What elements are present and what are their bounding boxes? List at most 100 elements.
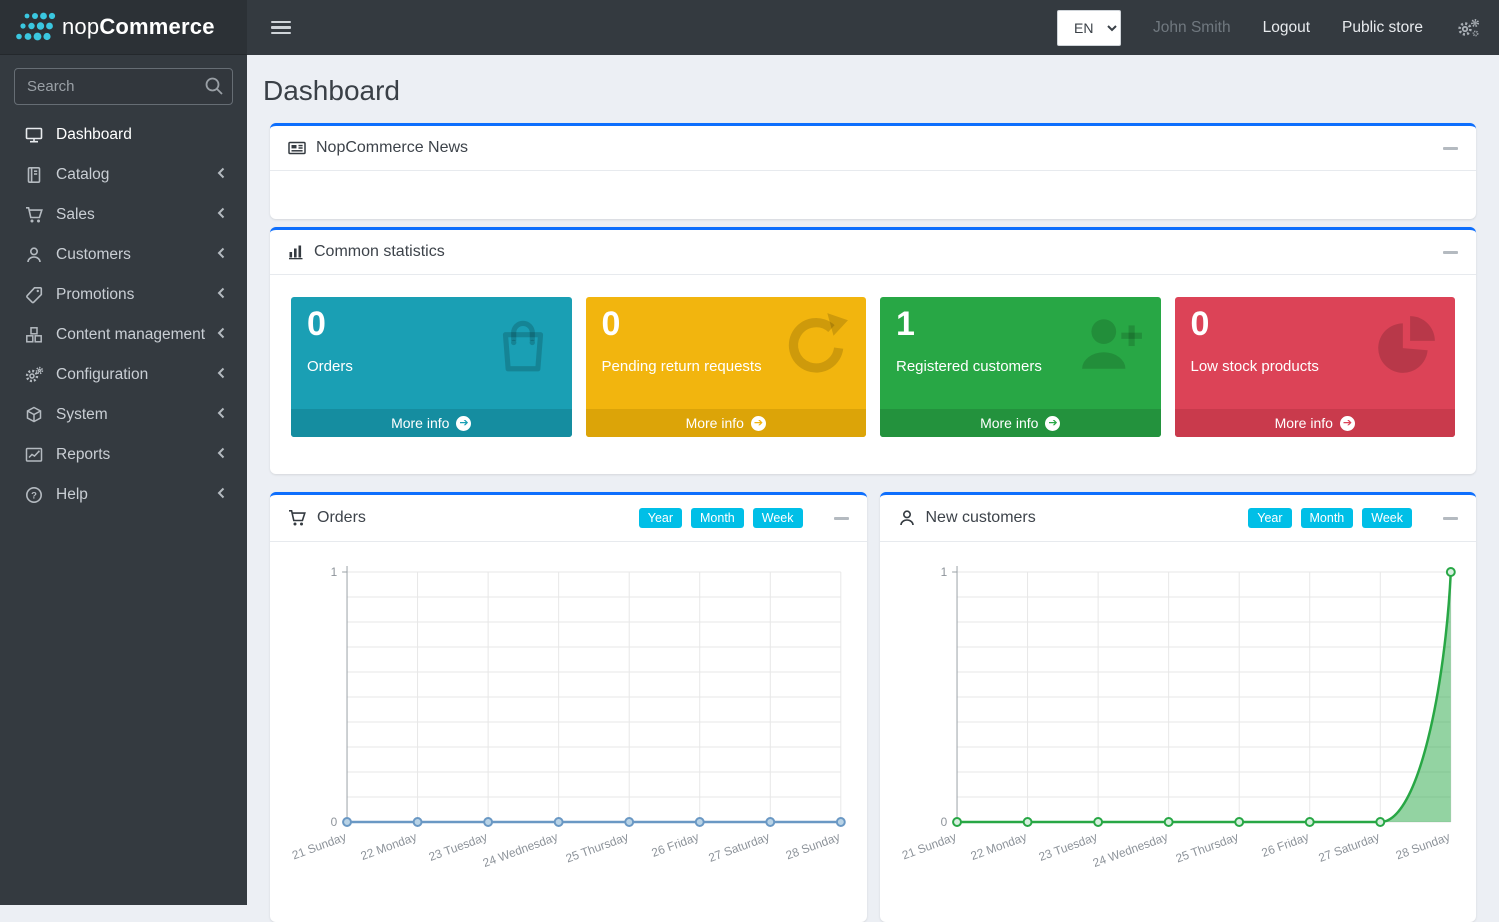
arrow-circle-right-icon: ➔ (1340, 416, 1355, 431)
more-info-link[interactable]: More info ➔ (586, 409, 867, 437)
panel-title: Orders (317, 509, 366, 527)
bar-chart-icon (288, 244, 304, 260)
svg-text:27 Saturday: 27 Saturday (707, 830, 772, 865)
chart-line-icon (24, 446, 44, 464)
svg-text:22 Monday: 22 Monday (968, 830, 1028, 864)
cubes-icon (24, 326, 44, 344)
svg-text:21 Sunday: 21 Sunday (900, 830, 958, 863)
gears-icon (24, 366, 44, 384)
arrow-circle-right-icon: ➔ (456, 416, 471, 431)
stat-card-orders: 0 Orders More info ➔ (291, 297, 572, 437)
svg-text:22 Monday: 22 Monday (359, 830, 419, 864)
rotate-icon (782, 311, 852, 382)
svg-text:24 Wednesday: 24 Wednesday (481, 830, 560, 871)
chevron-left-icon (217, 446, 225, 464)
panel-title: Common statistics (314, 243, 445, 261)
sidebar-item-label: Catalog (56, 166, 109, 184)
arrow-circle-right-icon: ➔ (751, 416, 766, 431)
sidebar-item-label: Help (56, 486, 88, 504)
logout-link[interactable]: Logout (1263, 19, 1310, 37)
collapse-icon[interactable] (834, 517, 849, 520)
sidebar-item-dashboard[interactable]: Dashboard (0, 115, 247, 155)
language-select[interactable]: EN (1057, 10, 1121, 46)
svg-text:23 Tuesday: 23 Tuesday (427, 830, 489, 864)
topbar: EN John Smith Logout Public store (247, 0, 1499, 55)
sidebar-item-system[interactable]: System (0, 395, 247, 435)
panel-title: New customers (926, 509, 1036, 527)
svg-text:25 Thursday: 25 Thursday (1173, 830, 1239, 866)
book-icon (24, 166, 44, 184)
svg-text:1: 1 (940, 565, 947, 579)
year-button[interactable]: Year (639, 508, 682, 528)
sidebar: nopCommerce Dashboard Catalog (0, 0, 247, 905)
chevron-left-icon (217, 326, 225, 344)
sidebar-item-sales[interactable]: Sales (0, 195, 247, 235)
more-info-link[interactable]: More info ➔ (1175, 409, 1456, 437)
search-icon[interactable] (203, 75, 225, 102)
sidebar-menu: Dashboard Catalog Sales Customers (0, 115, 247, 515)
svg-text:1: 1 (331, 565, 338, 579)
week-button[interactable]: Week (753, 508, 803, 528)
sidebar-item-label: Sales (56, 206, 95, 224)
more-info-link[interactable]: More info ➔ (880, 409, 1161, 437)
brand-logo[interactable]: nopCommerce (0, 0, 247, 55)
more-info-link[interactable]: More info ➔ (291, 409, 572, 437)
sidebar-item-configuration[interactable]: Configuration (0, 355, 247, 395)
search-input[interactable] (14, 68, 233, 105)
collapse-icon[interactable] (1443, 147, 1458, 150)
sidebar-item-reports[interactable]: Reports (0, 435, 247, 475)
sidebar-item-customers[interactable]: Customers (0, 235, 247, 275)
settings-gears-icon[interactable] (1455, 16, 1481, 40)
new-customers-chart-panel: New customers Year Month Week 0121 Sunda… (880, 492, 1477, 922)
svg-text:28 Sunday: 28 Sunday (784, 830, 842, 863)
stat-card-registered-customers: 1 Registered customers More info ➔ (880, 297, 1161, 437)
page-title: Dashboard (263, 75, 1492, 107)
newspaper-icon (288, 140, 306, 156)
common-statistics-panel: Common statistics 0 Orders More info ➔ (270, 227, 1476, 474)
month-button[interactable]: Month (691, 508, 744, 528)
sidebar-item-promotions[interactable]: Promotions (0, 275, 247, 315)
month-button[interactable]: Month (1301, 508, 1354, 528)
svg-text:?: ? (31, 490, 37, 501)
collapse-icon[interactable] (1443, 251, 1458, 254)
public-store-link[interactable]: Public store (1342, 19, 1423, 37)
svg-text:26 Friday: 26 Friday (1259, 830, 1310, 860)
panel-title: NopCommerce News (316, 139, 468, 157)
year-button[interactable]: Year (1248, 508, 1291, 528)
cart-icon (24, 206, 44, 224)
main-content: Dashboard NopCommerce News Common statis… (247, 55, 1499, 905)
svg-text:26 Friday: 26 Friday (650, 830, 701, 860)
sidebar-item-content-management[interactable]: Content management (0, 315, 247, 355)
orders-chart: 0121 Sunday22 Monday23 Tuesday24 Wednesd… (270, 542, 867, 889)
cube-icon (24, 406, 44, 424)
collapse-icon[interactable] (1443, 517, 1458, 520)
tag-icon (24, 286, 44, 304)
svg-text:27 Saturday: 27 Saturday (1316, 830, 1381, 865)
arrow-circle-right-icon: ➔ (1045, 416, 1060, 431)
brand-name: nopCommerce (62, 14, 215, 40)
chevron-left-icon (217, 486, 225, 504)
sidebar-item-label: Configuration (56, 366, 148, 384)
new-customers-chart: 0121 Sunday22 Monday23 Tuesday24 Wednesd… (880, 542, 1477, 889)
sidebar-item-label: Promotions (56, 286, 134, 304)
sidebar-item-catalog[interactable]: Catalog (0, 155, 247, 195)
sidebar-item-label: Dashboard (56, 126, 132, 144)
svg-text:21 Sunday: 21 Sunday (290, 830, 348, 863)
svg-text:25 Thursday: 25 Thursday (564, 830, 630, 866)
svg-text:24 Wednesday: 24 Wednesday (1090, 830, 1169, 871)
svg-text:28 Sunday: 28 Sunday (1393, 830, 1451, 863)
nopcommerce-dots-icon (10, 8, 56, 46)
question-circle-icon: ? (24, 486, 44, 504)
news-panel-body (270, 171, 1476, 219)
shopping-bag-icon (488, 311, 558, 382)
news-panel: NopCommerce News (270, 123, 1476, 219)
sidebar-item-label: System (56, 406, 108, 424)
sidebar-toggle-button[interactable] (271, 21, 291, 35)
sidebar-item-help[interactable]: ? Help (0, 475, 247, 515)
week-button[interactable]: Week (1362, 508, 1412, 528)
user-name: John Smith (1153, 19, 1231, 37)
chevron-left-icon (217, 206, 225, 224)
chevron-left-icon (217, 406, 225, 424)
chevron-left-icon (217, 166, 225, 184)
sidebar-item-label: Content management (56, 326, 205, 344)
